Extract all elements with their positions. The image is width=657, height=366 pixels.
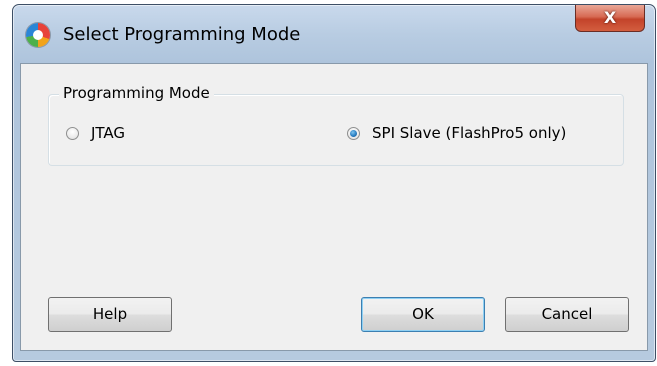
radio-circle-spi-slave[interactable] [347, 126, 360, 140]
close-icon: X [603, 8, 617, 27]
dialog-body: Programming Mode JTAG SPI Slave (FlashPr… [20, 63, 648, 351]
title-bar[interactable]: Select Programming Mode X [13, 5, 655, 63]
ok-button[interactable]: OK [361, 297, 485, 332]
group-label: Programming Mode [59, 84, 214, 102]
radio-label-jtag: JTAG [91, 124, 126, 142]
programming-mode-group: Programming Mode JTAG SPI Slave (FlashPr… [48, 84, 624, 166]
radio-jtag[interactable]: JTAG [66, 124, 125, 142]
dialog-window: Select Programming Mode X Programming Mo… [12, 4, 656, 362]
close-button[interactable]: X [575, 5, 645, 32]
help-button[interactable]: Help [48, 297, 172, 332]
app-logo-icon [26, 23, 50, 47]
cancel-button[interactable]: Cancel [505, 297, 629, 332]
radio-spi-slave[interactable]: SPI Slave (FlashPro5 only) [347, 124, 566, 142]
radio-label-spi-slave: SPI Slave (FlashPro5 only) [372, 124, 567, 142]
radio-circle-jtag[interactable] [66, 126, 79, 140]
window-title: Select Programming Mode [63, 24, 301, 45]
